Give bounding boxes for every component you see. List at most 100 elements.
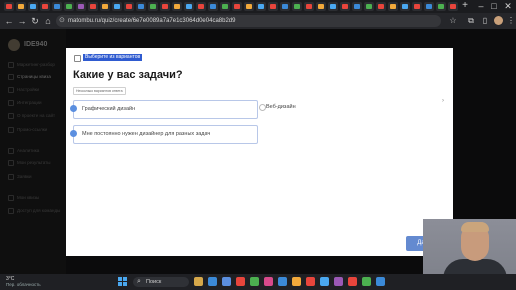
tab-favicon-icon (426, 4, 432, 9)
browser-tab[interactable] (136, 2, 146, 11)
browser-tab[interactable] (196, 2, 206, 11)
tab-favicon-icon (18, 4, 24, 9)
tab-favicon-icon (450, 4, 456, 9)
browser-tab[interactable] (448, 2, 458, 11)
browser-tab[interactable] (28, 2, 38, 11)
browser-tab[interactable] (16, 2, 26, 11)
taskbar-app-icon[interactable] (348, 277, 357, 286)
answer-option-1[interactable]: Графический дизайн (70, 100, 258, 119)
tab-favicon-icon (222, 4, 228, 9)
windows-start-icon[interactable] (118, 277, 128, 287)
taskbar-app-icon[interactable] (222, 277, 231, 286)
tab-favicon-icon (438, 4, 444, 9)
answer-option-label: Графический дизайн (82, 106, 136, 112)
taskbar-app-icon[interactable] (320, 277, 329, 286)
browser-tab[interactable] (52, 2, 62, 11)
browser-tab[interactable] (160, 2, 170, 11)
taskbar-app-icon[interactable] (194, 277, 203, 286)
browser-tab[interactable] (340, 2, 350, 11)
taskbar-app-icon[interactable] (278, 277, 287, 286)
browser-tab[interactable] (88, 2, 98, 11)
tab-favicon-icon (150, 4, 156, 9)
browser-tab[interactable] (376, 2, 386, 11)
taskbar-app-icon[interactable] (334, 277, 343, 286)
maximize-icon[interactable]: □ (489, 1, 499, 11)
quiz-question-modal: Выберите из вариантов Какие у вас задачи… (66, 48, 453, 256)
tab-favicon-icon (6, 4, 12, 9)
browser-tab[interactable] (280, 2, 290, 11)
forward-icon[interactable]: → (17, 16, 27, 26)
browser-tab[interactable] (76, 2, 86, 11)
tab-favicon-icon (354, 4, 360, 9)
tab-favicon-icon (306, 4, 312, 9)
taskbar-app-icon[interactable] (250, 277, 259, 286)
profile-avatar[interactable] (494, 16, 503, 25)
browser-tab[interactable] (232, 2, 242, 11)
taskbar-app-icon[interactable] (376, 277, 385, 286)
menu-icon[interactable]: ⋮ (506, 16, 516, 26)
browser-tab[interactable] (304, 2, 314, 11)
tab-favicon-icon (414, 4, 420, 9)
browser-tab[interactable] (292, 2, 302, 11)
taskbar-app-icon[interactable] (208, 277, 217, 286)
browser-tab[interactable] (172, 2, 182, 11)
tab-favicon-icon (270, 4, 276, 9)
star-icon[interactable]: ☆ (448, 16, 458, 26)
browser-tab[interactable] (400, 2, 410, 11)
taskbar-app-icon[interactable] (362, 277, 371, 286)
close-icon[interactable]: ✕ (503, 1, 513, 11)
browser-tab[interactable] (328, 2, 338, 11)
browser-tab[interactable] (112, 2, 122, 11)
answer-option-3[interactable]: Мне постоянно нужен дизайнер для разных … (70, 125, 258, 144)
browser-tab[interactable] (316, 2, 326, 11)
browser-tab[interactable] (256, 2, 266, 11)
browser-tab[interactable] (148, 2, 158, 11)
question-type-label[interactable]: Выберите из вариантов (83, 54, 143, 61)
browser-tab[interactable] (412, 2, 422, 11)
taskbar-app-icon[interactable] (292, 277, 301, 286)
tab-favicon-icon (210, 4, 216, 9)
browser-tab[interactable] (64, 2, 74, 11)
home-icon[interactable]: ⌂ (43, 16, 53, 26)
weather-widget[interactable]: 3°C Пер. облачность (6, 276, 41, 288)
browser-tab[interactable] (208, 2, 218, 11)
browser-tab[interactable] (424, 2, 434, 11)
reload-icon[interactable]: ↻ (30, 16, 40, 26)
tab-favicon-icon (390, 4, 396, 9)
browser-tab[interactable] (244, 2, 254, 11)
browser-tab[interactable] (268, 2, 278, 11)
browser-tab[interactable] (4, 2, 14, 11)
browser-tab[interactable] (40, 2, 50, 11)
back-icon[interactable]: ← (4, 16, 14, 26)
browser-tab[interactable] (100, 2, 110, 11)
minimize-icon[interactable]: – (476, 1, 486, 11)
taskbar-search[interactable]: ⌕ Поиск (133, 277, 189, 287)
tab-favicon-icon (342, 4, 348, 9)
extensions-icon[interactable]: ⧉ (466, 16, 476, 26)
tab-favicon-icon (186, 4, 192, 9)
new-tab-button[interactable]: + (460, 1, 470, 11)
browser-tab[interactable] (436, 2, 446, 11)
search-icon: ⌕ (137, 278, 141, 285)
browser-tab[interactable] (364, 2, 374, 11)
browser-tab[interactable] (388, 2, 398, 11)
site-info-icon[interactable]: ⊙ (59, 16, 65, 26)
tab-favicon-icon (198, 4, 204, 9)
chevron-right-icon[interactable]: › (442, 98, 444, 104)
answer-option-2[interactable]: Веб-дизайн (266, 104, 296, 110)
tab-favicon-icon (318, 4, 324, 9)
taskbar-app-icon[interactable] (264, 277, 273, 286)
browser-tab[interactable] (352, 2, 362, 11)
browser-tab[interactable] (184, 2, 194, 11)
taskbar-app-icon[interactable] (236, 277, 245, 286)
address-bar[interactable]: ⊙ matombu.ru/quiz/create/6e7e0089a7a7e1c… (56, 15, 441, 27)
browser-tab[interactable] (124, 2, 134, 11)
taskbar-app-icon[interactable] (306, 277, 315, 286)
tab-favicon-icon (54, 4, 60, 9)
question-title[interactable]: Какие у вас задачи? (73, 69, 183, 82)
browser-tab[interactable] (220, 2, 230, 11)
taskbar-search-label: Поиск (146, 279, 162, 285)
tab-favicon-icon (138, 4, 144, 9)
tab-favicon-icon (366, 4, 372, 9)
sidepanel-icon[interactable]: ▯ (480, 16, 490, 26)
